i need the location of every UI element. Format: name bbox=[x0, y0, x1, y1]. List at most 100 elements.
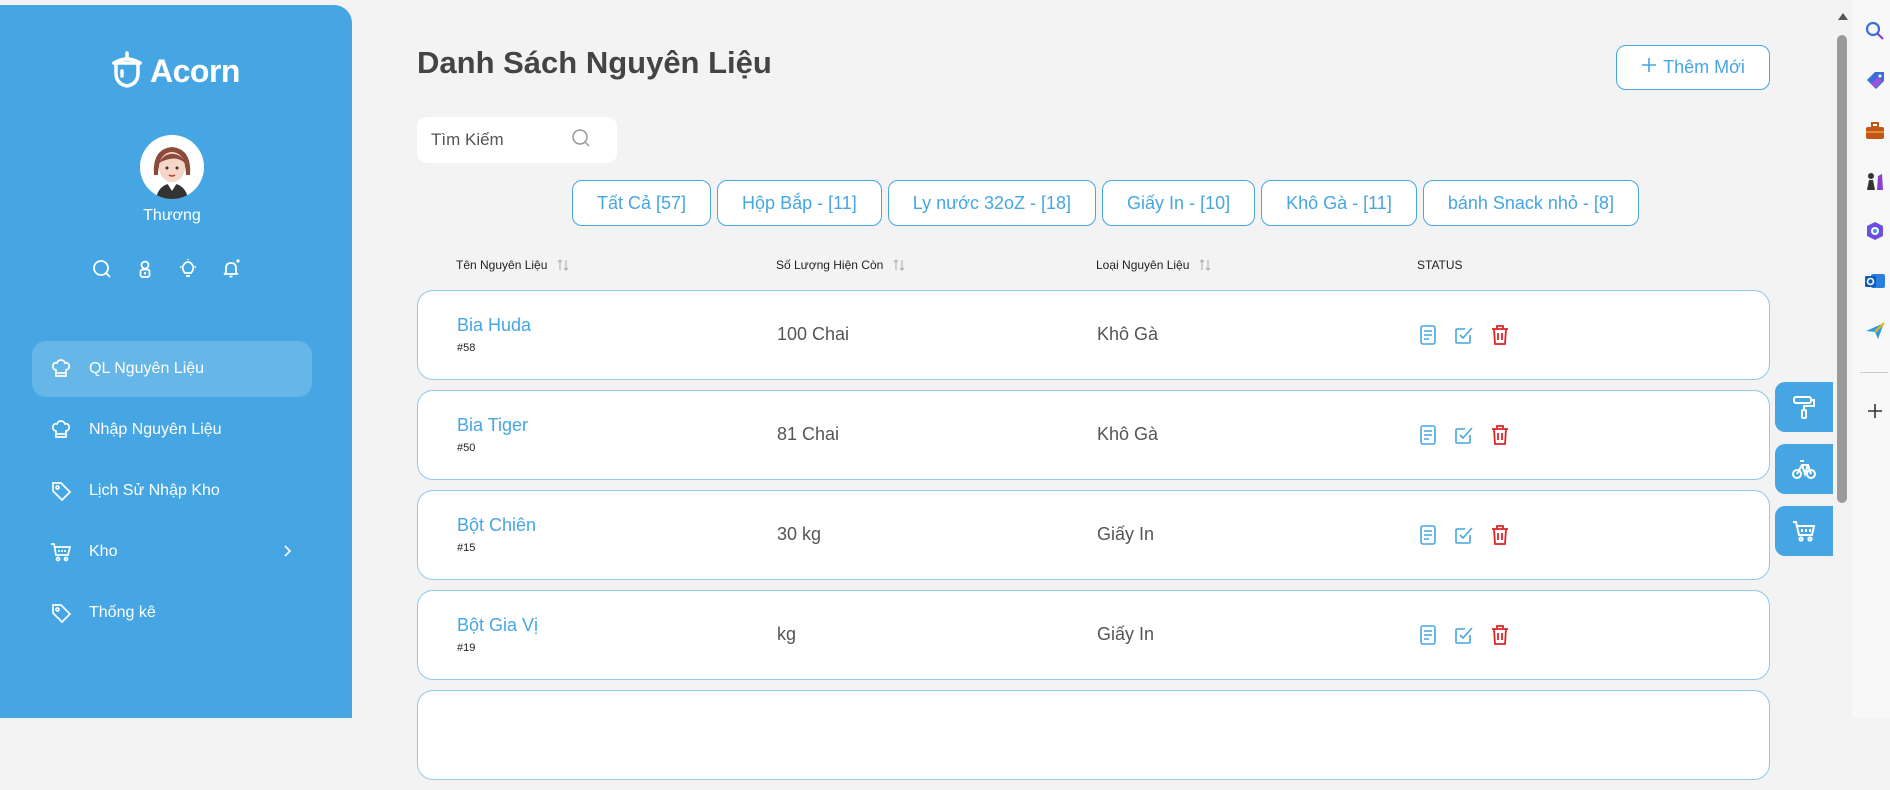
ingredient-name-link[interactable]: Bột Chiên bbox=[457, 515, 536, 536]
paint-roller-icon bbox=[1793, 396, 1815, 419]
ingredient-type: Giấy In bbox=[1097, 524, 1155, 544]
ingredient-name-link[interactable]: Bia Tiger bbox=[457, 415, 528, 436]
logo[interactable]: Acorn bbox=[110, 49, 240, 94]
trash-icon[interactable] bbox=[1489, 524, 1511, 546]
ingredient-list: Bia Huda #58 100 Chai Khô Gà Bia Tiger #… bbox=[417, 290, 1770, 790]
detail-icon[interactable] bbox=[1417, 424, 1439, 446]
edit-check-icon[interactable] bbox=[1453, 324, 1475, 346]
filter-tab[interactable]: Giấy In - [10] bbox=[1102, 180, 1256, 226]
chevron-right-icon bbox=[280, 544, 294, 558]
edit-check-icon[interactable] bbox=[1453, 524, 1475, 546]
ingredient-name-cell: Bia Huda #58 bbox=[457, 315, 531, 354]
detail-icon[interactable] bbox=[1417, 524, 1439, 546]
quick-actions bbox=[92, 259, 241, 279]
logo-text: Acorn bbox=[150, 53, 240, 89]
browser-sidebar bbox=[1852, 0, 1890, 718]
sidebar-item-ql-nguyen-lieu[interactable]: QL Nguyên Liệu bbox=[32, 341, 312, 397]
avatar[interactable] bbox=[140, 135, 204, 199]
ingredient-type: Giấy In bbox=[1097, 624, 1155, 644]
edit-check-icon[interactable] bbox=[1453, 424, 1475, 446]
sidebar-item-label: Kho bbox=[89, 543, 118, 560]
filter-tab[interactable]: Khô Gà - [11] bbox=[1261, 180, 1417, 226]
trash-icon[interactable] bbox=[1489, 624, 1511, 646]
quantity-value: 100 Chai bbox=[777, 324, 850, 344]
chess-icon[interactable] bbox=[1864, 170, 1886, 192]
briefcase-icon[interactable] bbox=[1864, 120, 1886, 142]
add-new-button[interactable]: Thêm Mới bbox=[1616, 45, 1770, 90]
trash-icon[interactable] bbox=[1489, 424, 1511, 446]
ingredient-name-link[interactable]: Bia Huda bbox=[457, 315, 531, 336]
category-filters: Tất Cả [57] Hộp Bắp - [11] Ly nước 32oZ … bbox=[572, 180, 1639, 226]
vertical-scrollbar[interactable] bbox=[1834, 5, 1852, 718]
sidebar-item-kho[interactable]: Kho bbox=[32, 524, 312, 580]
column-header-name[interactable]: Tên Nguyên Liệu bbox=[456, 258, 569, 272]
ingredient-id: #15 bbox=[457, 542, 476, 554]
search-icon[interactable] bbox=[1864, 20, 1886, 42]
trash-icon[interactable] bbox=[1489, 324, 1511, 346]
table-row[interactable]: Bột Gia Vị #19 kg Giấy In bbox=[417, 590, 1770, 680]
sidebar-item-nhap-nguyen-lieu[interactable]: Nhập Nguyên Liệu bbox=[32, 402, 312, 458]
search-icon[interactable] bbox=[92, 259, 112, 279]
sort-icon[interactable] bbox=[893, 259, 905, 271]
filter-tab[interactable]: Hộp Bắp - [11] bbox=[717, 180, 882, 226]
row-actions bbox=[1417, 324, 1511, 346]
detail-icon[interactable] bbox=[1417, 624, 1439, 646]
cart-icon bbox=[50, 541, 72, 563]
sidebar-item-thong-ke[interactable]: Thống kê bbox=[32, 585, 312, 641]
search-input[interactable] bbox=[431, 130, 571, 150]
filter-tab[interactable]: Tất Cả [57] bbox=[572, 180, 712, 226]
table-row[interactable]: Bia Huda #58 100 Chai Khô Gà bbox=[417, 290, 1770, 380]
send-icon[interactable] bbox=[1864, 320, 1886, 342]
sidebar-item-lich-su-nhap-kho[interactable]: Lịch Sử Nhập Kho bbox=[32, 463, 312, 519]
quantity-value: 81 Chai bbox=[777, 424, 840, 444]
ingredient-name-cell: Bia Tiger #50 bbox=[457, 415, 528, 454]
row-actions bbox=[1417, 424, 1511, 446]
tag-icon bbox=[50, 602, 72, 624]
table-row[interactable]: Bột Chiên #15 30 kg Giấy In bbox=[417, 490, 1770, 580]
bicycle-icon bbox=[1792, 460, 1816, 479]
sort-icon[interactable] bbox=[1199, 259, 1211, 271]
paint-roller-button[interactable] bbox=[1775, 382, 1833, 432]
user-lock-icon[interactable] bbox=[135, 259, 155, 279]
ingredient-type: Khô Gà bbox=[1097, 324, 1159, 344]
ingredient-id: #58 bbox=[457, 342, 476, 354]
sort-icon[interactable] bbox=[557, 259, 569, 271]
lightbulb-icon[interactable] bbox=[178, 259, 198, 279]
plus-icon[interactable] bbox=[1864, 400, 1886, 422]
ingredient-name-link[interactable]: Bột Gia Vị bbox=[457, 615, 538, 636]
chef-hat-icon bbox=[50, 419, 72, 441]
outlook-icon[interactable] bbox=[1864, 270, 1886, 292]
sidebar-item-label: Lịch Sử Nhập Kho bbox=[89, 482, 220, 499]
ingredient-type: Khô Gà bbox=[1097, 424, 1159, 444]
copilot-icon[interactable] bbox=[1864, 220, 1886, 242]
bell-icon[interactable] bbox=[221, 259, 241, 279]
detail-icon[interactable] bbox=[1417, 324, 1439, 346]
edit-check-icon[interactable] bbox=[1453, 624, 1475, 646]
search-box bbox=[417, 117, 617, 163]
sidebar-nav: QL Nguyên Liệu Nhập Nguyên Liệu Lịch Sử … bbox=[32, 341, 312, 646]
table-row[interactable] bbox=[417, 690, 1770, 780]
delivery-bike-button[interactable] bbox=[1775, 444, 1833, 494]
cart-icon bbox=[1793, 521, 1816, 542]
search-icon[interactable] bbox=[571, 128, 591, 153]
scroll-up-arrow-icon[interactable] bbox=[1838, 13, 1848, 20]
column-header-quantity[interactable]: Số Lượng Hiện Còn bbox=[776, 258, 905, 272]
row-actions bbox=[1417, 624, 1511, 646]
filter-tab[interactable]: Ly nước 32oZ - [18] bbox=[887, 180, 1097, 226]
tag-icon[interactable] bbox=[1864, 70, 1886, 92]
table-row[interactable]: Bia Tiger #50 81 Chai Khô Gà bbox=[417, 390, 1770, 480]
user-name: Thương bbox=[143, 207, 201, 224]
add-new-label: Thêm Mới bbox=[1663, 57, 1745, 77]
sidebar: Acorn Thương QL Nguyên Liệu Nhập Nguyên … bbox=[0, 5, 352, 718]
page-title: Danh Sách Nguyên Liệu bbox=[417, 45, 772, 80]
ingredient-name-cell: Bột Gia Vị #19 bbox=[457, 615, 538, 654]
column-header-status: STATUS bbox=[1417, 258, 1463, 272]
scroll-thumb[interactable] bbox=[1837, 35, 1847, 503]
filter-tab[interactable]: bánh Snack nhỏ - [8] bbox=[1422, 180, 1639, 226]
column-header-type[interactable]: Loại Nguyên Liệu bbox=[1096, 258, 1211, 272]
cart-button[interactable] bbox=[1775, 506, 1833, 556]
column-header-label: Số Lượng Hiện Còn bbox=[776, 258, 884, 272]
tag-icon bbox=[50, 480, 72, 502]
main-content: Danh Sách Nguyên Liệu Thêm Mới Tất Cả [5… bbox=[352, 5, 1852, 780]
ingredient-name-cell: Bột Chiên #15 bbox=[457, 515, 536, 554]
